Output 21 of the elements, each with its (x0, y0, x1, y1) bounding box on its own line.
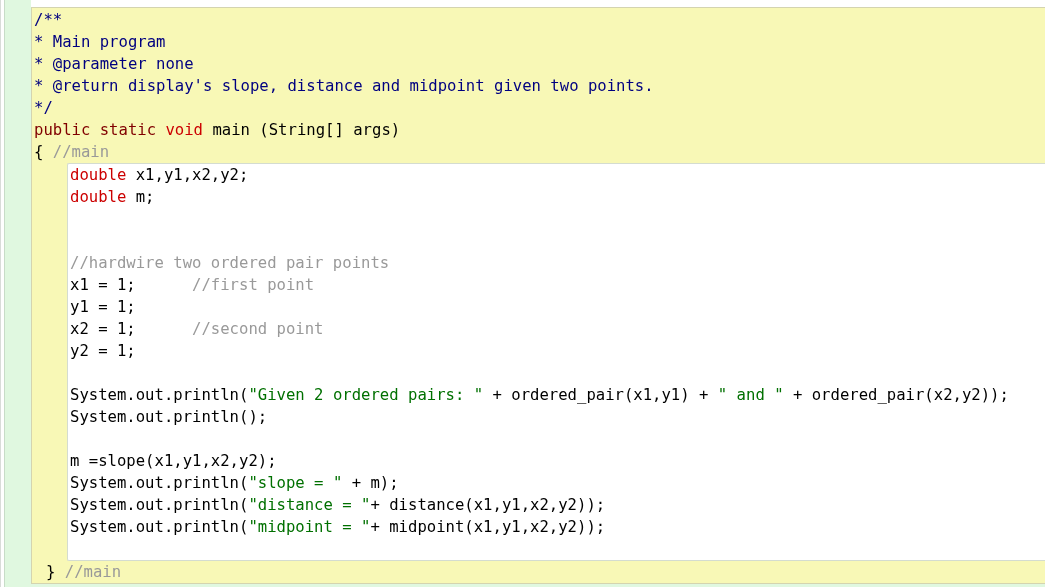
code-line: System.out.println("midpoint = "+ midpoint(x1,y1,x2,y2)); (70, 518, 606, 536)
code-line: System.out.println("distance = "+ distance(x1,y1,x2,y2)); (70, 496, 606, 514)
code-line: public static void main (String[] args) (34, 121, 401, 139)
code-line: y1 = 1; (70, 298, 136, 316)
code-line: /** (34, 11, 63, 29)
code-line: System.out.println("slope = " + m); (70, 474, 399, 492)
code-line: double m; (70, 188, 155, 206)
code-line: //hardwire two ordered pair points (70, 254, 390, 272)
code-line: y2 = 1; (70, 342, 136, 360)
code-line: m =slope(x1,y1,x2,y2); (70, 452, 277, 470)
code-line: * Main program (34, 33, 166, 51)
code-line: System.out.println("Given 2 ordered pairs: " + ordered_pair(x1,y1) + " and " + ordered_pair(x2,y2)); (70, 386, 1009, 404)
code-line: * @return display's slope, distance and midpoint given two points. (34, 77, 654, 95)
code-line: x2 = 1; //second point (70, 320, 324, 338)
code-line: System.out.println(); (70, 408, 268, 426)
code-line: */ (34, 99, 53, 117)
code-line: { //main (34, 143, 110, 161)
code-line: * @parameter none (34, 55, 194, 73)
code-line: x1 = 1; //first point (70, 276, 315, 294)
code-line: double x1,y1,x2,y2; (70, 166, 249, 184)
code-line: } //main (46, 563, 122, 581)
